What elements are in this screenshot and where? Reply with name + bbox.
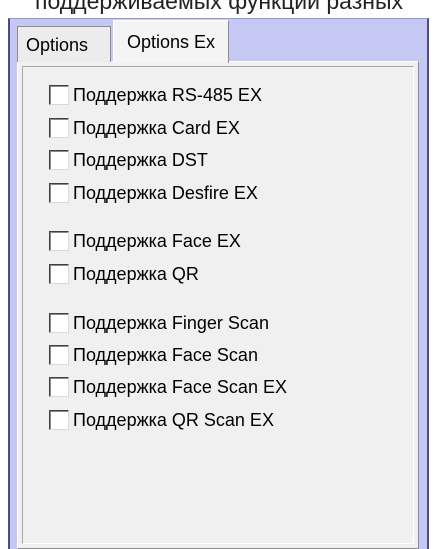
checkbox-box[interactable] — [49, 118, 69, 138]
checkbox-face-scan[interactable]: Поддержка Face Scan — [49, 343, 258, 367]
checkbox-label: Поддержка Face Scan EX — [73, 376, 287, 397]
checkbox-box[interactable] — [49, 264, 69, 284]
cropped-header-text: поддерживаемых функций разных — [35, 0, 403, 14]
checkbox-box[interactable] — [49, 313, 69, 333]
checkbox-qr-scan-ex[interactable]: Поддержка QR Scan EX — [49, 408, 274, 432]
checkbox-label: Поддержка QR Scan EX — [73, 409, 274, 430]
checkbox-label: Поддержка Face EX — [73, 230, 241, 251]
checkbox-face-scan-ex[interactable]: Поддержка Face Scan EX — [49, 375, 287, 399]
checkbox-label: Поддержка Face Scan — [73, 344, 258, 365]
checkbox-label: Поддержка Card EX — [73, 117, 240, 138]
checkbox-box[interactable] — [49, 377, 69, 397]
checkbox-box[interactable] — [49, 345, 69, 365]
checkbox-label: Поддержка RS-485 EX — [73, 84, 262, 105]
checkbox-face-ex[interactable]: Поддержка Face EX — [49, 229, 241, 253]
checkbox-box[interactable] — [49, 150, 69, 170]
checkbox-label: Поддержка Finger Scan — [73, 312, 269, 333]
checkbox-box[interactable] — [49, 183, 69, 203]
checkbox-rs485-ex[interactable]: Поддержка RS-485 EX — [49, 83, 262, 107]
tab-options-ex[interactable]: Options Ex — [113, 20, 229, 63]
checkbox-box[interactable] — [49, 231, 69, 251]
checkbox-label: Поддержка QR — [73, 263, 199, 284]
checkbox-box[interactable] — [49, 85, 69, 105]
checkbox-label: Поддержка Desfire EX — [73, 182, 258, 203]
tab-options-label: Options — [26, 35, 89, 55]
checkbox-qr[interactable]: Поддержка QR — [49, 262, 199, 286]
checkbox-finger-scan[interactable]: Поддержка Finger Scan — [49, 311, 269, 335]
checkbox-card-ex[interactable]: Поддержка Card EX — [49, 116, 240, 140]
tab-options-ex-label: Options Ex — [127, 32, 216, 52]
checkbox-box[interactable] — [49, 410, 69, 430]
checkbox-label: Поддержка DST — [73, 149, 208, 170]
checkbox-dst[interactable]: Поддержка DST — [49, 148, 208, 172]
checkbox-desfire-ex[interactable]: Поддержка Desfire EX — [49, 181, 258, 205]
tab-options[interactable]: Options — [17, 26, 111, 62]
